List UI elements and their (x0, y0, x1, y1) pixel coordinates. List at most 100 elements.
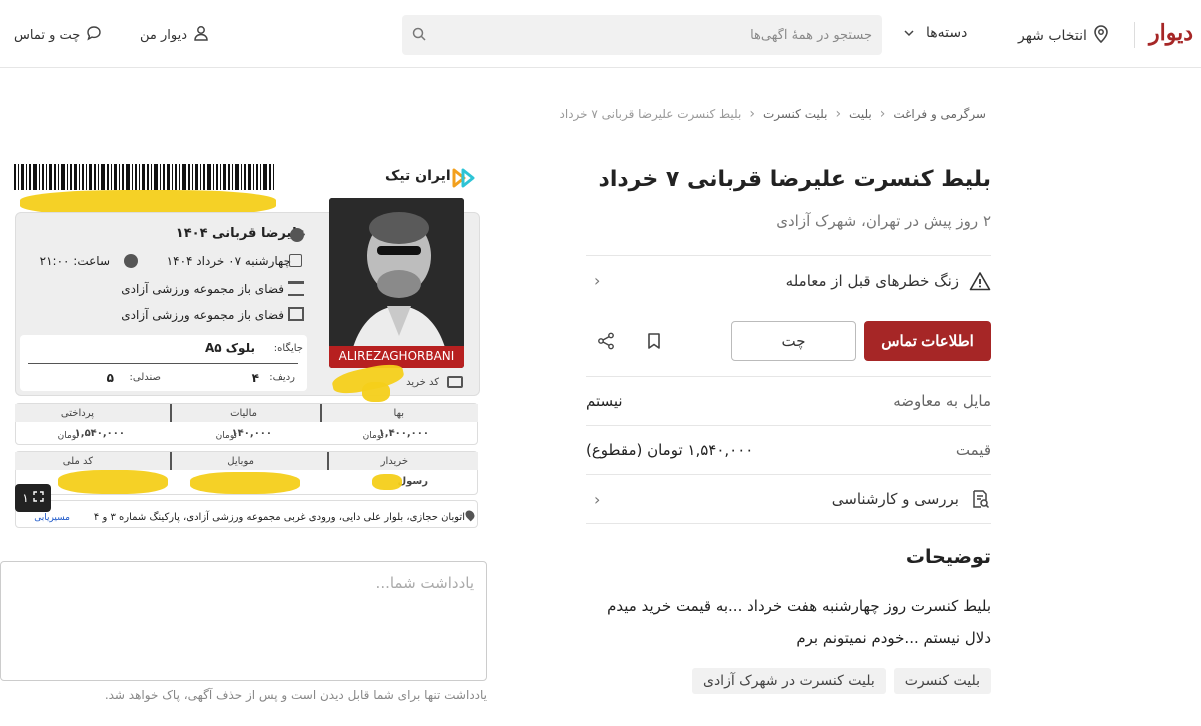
ad-subtitle: ۲ روز پیش در تهران، شهرک آزادی (776, 212, 991, 230)
negotiable-value: نیستم (586, 392, 623, 410)
warning-row[interactable]: زنگ خطرهای قبل از معامله ‹ (586, 255, 991, 305)
purchase-code-label: کد خرید (406, 377, 439, 388)
search-icon[interactable] (412, 26, 426, 45)
seat-value: بلوک A۵ (204, 341, 255, 355)
chair-label: صندلی: (129, 372, 161, 383)
toman-unit: تومان (215, 431, 237, 441)
inspection-row[interactable]: بررسی و کارشناسی ‹ (586, 474, 991, 524)
table-divider (320, 404, 322, 422)
calendar-icon (289, 254, 302, 267)
search-bar[interactable] (402, 15, 882, 55)
price-row: قیمت ۱,۵۴۰,۰۰۰ تومان (مقطوع) (586, 425, 991, 474)
clock-icon (124, 254, 138, 268)
barcode-image (14, 164, 274, 190)
description-text: بلیط کنسرت روز چهارشنبه هفت خرداد ...به … (586, 590, 991, 654)
divar-logo[interactable]: دیوار (1149, 20, 1193, 46)
chat-button[interactable]: چت (731, 321, 856, 361)
my-divar-label: دیوار من (140, 27, 188, 43)
ticket-icon (447, 376, 463, 388)
price-cell: ۱,۴۰۰,۰۰۰ (378, 428, 429, 439)
paid-cell: ۱,۵۴۰,۰۰۰ (74, 428, 125, 439)
image-counter: ۱ (22, 491, 29, 505)
description-line: دلال نیستم ...خودم نمیتونم برم (796, 629, 991, 647)
artist-photo: ALIREZAGHORBANI (329, 198, 464, 368)
share-icon[interactable] (597, 332, 615, 354)
breadcrumb-item[interactable]: سرگرمی و فراغت (893, 107, 986, 121)
ticket-time: ساعت: ۲۱:۰۰ (39, 254, 110, 268)
redaction-mark (190, 472, 300, 494)
my-divar-button[interactable]: دیوار من (140, 25, 209, 45)
chevron-left-icon: ‹ (594, 489, 601, 509)
seat-divider (28, 363, 298, 364)
chevron-left-icon: ‹ (835, 106, 842, 122)
top-header: دیوار انتخاب شهر دسته‌ها دیوار من چت و ت… (0, 0, 1201, 68)
redaction-mark (58, 470, 168, 494)
breadcrumb-item[interactable]: بلیت (849, 107, 872, 121)
seat-label: جایگاه: (273, 343, 303, 354)
national-code-header: کد ملی (62, 456, 93, 467)
chevron-left-icon: ‹ (594, 271, 601, 290)
tax-header: مالیات (230, 408, 257, 419)
table-divider (170, 404, 172, 422)
table-divider (327, 452, 329, 470)
chat-bubble-icon (86, 25, 102, 45)
warning-label: زنگ خطرهای قبل از معامله (785, 271, 959, 290)
price-value: ۱,۵۴۰,۰۰۰ تومان (مقطوع) (586, 441, 754, 459)
photo-caption: ALIREZAGHORBANI (338, 349, 455, 363)
negotiable-row: مایل به معاوضه نیستم (586, 376, 991, 425)
row-value: ۴ (251, 371, 259, 385)
price-label: قیمت (955, 441, 991, 459)
buyer-header: خریدار (380, 456, 408, 467)
ad-title: بلیط کنسرت علیرضا قربانی ۷ خرداد (598, 167, 991, 192)
price-header: بها (393, 408, 404, 419)
categories-dropdown[interactable]: دسته‌ها (904, 25, 967, 41)
stage-icon (288, 307, 304, 321)
city-selector[interactable]: انتخاب شهر (1018, 25, 1109, 47)
note-hint: یادداشت تنها برای شما قابل دیدن است و پس… (104, 688, 487, 702)
bookmark-icon[interactable] (646, 332, 662, 354)
ticket-venue: فضای باز مجموعه ورزشی آزادی (121, 282, 284, 296)
route-link[interactable]: مسیریابی (34, 513, 70, 523)
play-circle-icon (290, 228, 304, 242)
image-expand-button[interactable]: ۱ (15, 484, 51, 512)
inspection-label: بررسی و کارشناسی (831, 490, 959, 508)
location-pin-icon (1093, 25, 1109, 47)
breadcrumb-item[interactable]: بلیت کنسرت (763, 107, 828, 121)
ticket-artist: علیرضا قربانی ۱۴۰۴ (175, 226, 306, 241)
venue-address: اتوبان حجازی، بلوار علی دایی، ورودی غربی… (93, 512, 465, 523)
note-textarea[interactable] (0, 561, 487, 681)
ad-image-ticket[interactable]: ایران تیک ALIREZAGHORBANI علیرضا قربانی … (0, 150, 487, 528)
city-label: انتخاب شهر (1018, 28, 1087, 44)
description-title: توضیحات (905, 546, 991, 568)
inspection-doc-icon (969, 488, 991, 510)
redaction-mark (362, 382, 390, 402)
mobile-header: موبایل (227, 456, 254, 467)
breadcrumb-current: بلیط کنسرت علیرضا قربانی ۷ خرداد (559, 107, 742, 121)
categories-label: دسته‌ها (926, 25, 968, 41)
chat-contact-label: چت و تماس (14, 27, 81, 43)
ticket-date: چهارشنبه ۰۷ خرداد ۱۴۰۴ (166, 254, 291, 268)
ticket-brand-name: ایران تیک (385, 168, 451, 184)
paid-header: پرداختی (60, 408, 94, 419)
buyer-name: رسول (397, 476, 428, 487)
chevron-left-icon: ‹ (879, 106, 886, 122)
description-line: بلیط کنسرت روز چهارشنبه هفت خرداد ...به … (607, 597, 991, 615)
table-divider (170, 452, 172, 470)
search-input[interactable] (426, 27, 872, 43)
chevron-left-icon: ‹ (749, 106, 755, 122)
redaction-mark (372, 474, 402, 490)
expand-icon (33, 491, 44, 505)
building-icon (288, 281, 304, 296)
toman-unit: تومان (362, 431, 384, 441)
user-icon (193, 25, 209, 45)
toman-unit: تومان (57, 431, 79, 441)
tag-list: بلیت کنسرت بلیت کنسرت در شهرک آزادی (691, 668, 991, 694)
chat-contact-button[interactable]: چت و تماس (14, 25, 102, 45)
contact-info-button[interactable]: اطلاعات تماس (864, 321, 991, 361)
breadcrumb: سرگرمی و فراغت ‹ بلیت ‹ بلیت کنسرت ‹ بلی… (560, 106, 986, 122)
tag-chip[interactable]: بلیت کنسرت در شهرک آزادی (691, 668, 886, 694)
play-logo-icon (452, 168, 475, 188)
tax-cell: ۱۴۰,۰۰۰ (231, 428, 272, 439)
negotiable-label: مایل به معاوضه (893, 392, 991, 410)
tag-chip[interactable]: بلیت کنسرت (893, 668, 991, 694)
